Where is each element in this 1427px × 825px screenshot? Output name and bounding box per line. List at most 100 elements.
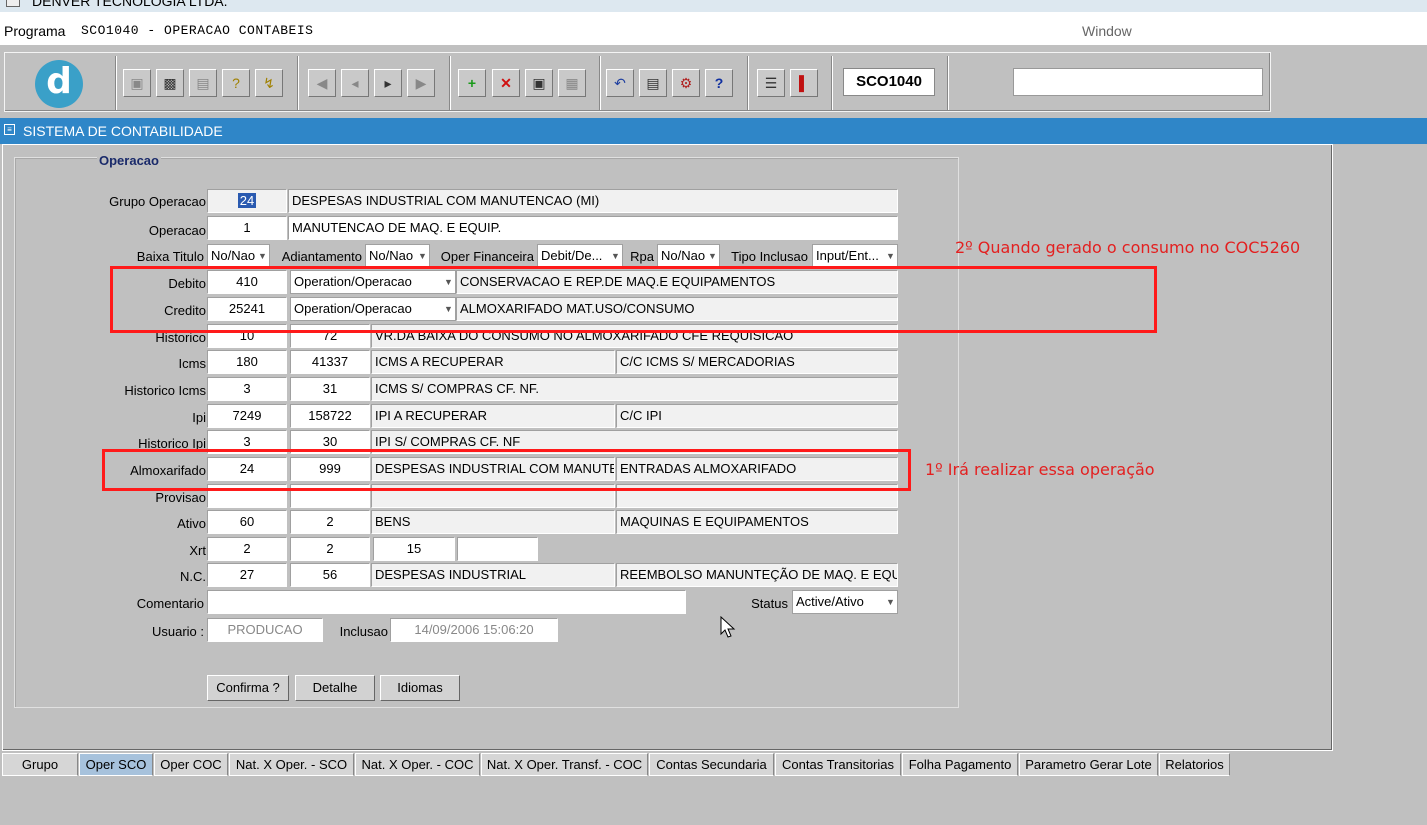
tipo-inclusao-select[interactable]: Input/Ent... xyxy=(812,244,898,268)
operacao-desc[interactable]: MANUTENCAO DE MAQ. E EQUIP. xyxy=(288,216,898,240)
icms-desc2: C/C ICMS S/ MERCADORIAS xyxy=(616,350,898,374)
form-code: SCO1040 xyxy=(843,68,935,96)
label-baixa-titulo: Baixa Titulo xyxy=(136,249,204,264)
menu-programa[interactable]: Programa xyxy=(4,23,65,39)
keys-icon: ⚙ xyxy=(679,75,693,91)
ativo-a[interactable]: 60 xyxy=(207,510,287,534)
toolbar-separator xyxy=(115,56,117,110)
ativo-b[interactable]: 2 xyxy=(290,510,370,534)
annotation-box-debito-credito xyxy=(110,266,1157,333)
tab-contas-transitorias[interactable]: Contas Transitorias xyxy=(775,753,901,776)
collapse-icon[interactable]: ≡ xyxy=(4,124,15,135)
xrt-c[interactable]: 15 xyxy=(373,537,455,561)
window-icon: ▩ xyxy=(163,75,177,91)
tab-nat-x-oper-transf-coc[interactable]: Nat. X Oper. Transf. - COC xyxy=(481,753,648,776)
nc-a[interactable]: 27 xyxy=(207,563,287,587)
oper-financeira-value: Debit/De... xyxy=(541,248,603,263)
label-icms: Icms xyxy=(178,356,206,371)
label-ipi: Ipi xyxy=(192,410,206,425)
toolbar-separator xyxy=(449,56,451,110)
help-button[interactable]: ? xyxy=(705,69,733,97)
system-header: ≡ SISTEMA DE CONTABILIDADE xyxy=(0,118,1427,144)
label-tipo-inclusao: Tipo Inclusao xyxy=(731,249,808,264)
execute-query-button[interactable]: ↯ xyxy=(255,69,283,97)
save-icon: ▣ xyxy=(130,75,144,91)
system-title: SISTEMA DE CONTABILIDADE xyxy=(23,123,223,139)
baixa-titulo-select[interactable]: No/Nao xyxy=(207,244,270,268)
toolbar-separator xyxy=(947,56,949,110)
historico-icms-b[interactable]: 31 xyxy=(290,377,370,401)
idiomas-button[interactable]: Idiomas xyxy=(380,675,460,701)
xrt-b[interactable]: 2 xyxy=(290,537,370,561)
clipboard-button[interactable]: ▤ xyxy=(639,69,667,97)
undo-button[interactable]: ↶ xyxy=(606,69,634,97)
confirma-button[interactable]: Confirma ? xyxy=(207,675,289,701)
delete-record-icon: ✕ xyxy=(500,75,512,91)
tab-contas-secundaria[interactable]: Contas Secundaria xyxy=(649,753,774,776)
icms-b[interactable]: 41337 xyxy=(290,350,370,374)
status-select[interactable]: Active/Ativo xyxy=(792,590,898,614)
insert-record-button[interactable]: + xyxy=(458,69,486,97)
annotation-note-1: 1º Irá realizar essa operação xyxy=(925,460,1155,479)
icms-a[interactable]: 180 xyxy=(207,350,287,374)
first-record-button[interactable]: ◀ xyxy=(308,69,336,97)
menu-window[interactable]: Window xyxy=(1082,23,1132,39)
xrt-a[interactable]: 2 xyxy=(207,537,287,561)
label-inclusao: Inclusao xyxy=(339,624,388,639)
exit-button[interactable]: ▌ xyxy=(790,69,818,97)
rpa-select[interactable]: No/Nao xyxy=(657,244,720,268)
grupo-operacao-code[interactable]: 24 xyxy=(207,189,287,213)
oper-financeira-select[interactable]: Debit/De... xyxy=(537,244,623,268)
tab-oper-coc[interactable]: Oper COC xyxy=(154,753,228,776)
label-operacao: Operacao xyxy=(148,223,206,238)
nc-b[interactable]: 56 xyxy=(290,563,370,587)
grupo-operacao-desc: DESPESAS INDUSTRIAL COM MANUTENCAO (MI) xyxy=(288,189,898,213)
print-button[interactable]: ▤ xyxy=(189,69,217,97)
operacao-code[interactable]: 1 xyxy=(207,216,287,240)
lookup-button[interactable]: ▣ xyxy=(525,69,553,97)
label-adiantamento: Adiantamento xyxy=(281,249,362,264)
save-button[interactable]: ▣ xyxy=(123,69,151,97)
window-button[interactable]: ▩ xyxy=(156,69,184,97)
clear-button[interactable]: ▦ xyxy=(558,69,586,97)
toolbar-separator xyxy=(599,56,601,110)
menu-icon: ☰ xyxy=(764,75,778,91)
label-ativo: Ativo xyxy=(177,516,206,531)
chevron-down-icon xyxy=(884,245,897,267)
tab-parametro-gerar-lote[interactable]: Parametro Gerar Lote xyxy=(1019,753,1158,776)
next-record-button[interactable]: ▸ xyxy=(374,69,402,97)
tab-oper-sco[interactable]: Oper SCO xyxy=(79,753,153,776)
tab-folha-pagamento[interactable]: Folha Pagamento xyxy=(902,753,1018,776)
menu-bar: Programa SCO1040 - OPERACAO CONTABEIS Wi… xyxy=(0,12,1427,45)
label-oper-financeira: Oper Financeira xyxy=(440,249,534,264)
app-icon xyxy=(6,0,20,7)
toolbar-separator xyxy=(297,56,299,110)
toolbar-separator xyxy=(831,56,833,110)
icms-desc1: ICMS A RECUPERAR xyxy=(371,350,615,374)
enter-query-button[interactable]: ? xyxy=(222,69,250,97)
comentario-input[interactable] xyxy=(207,590,686,614)
xrt-d[interactable] xyxy=(457,537,538,561)
tab-nat-x-oper-coc[interactable]: Nat. X Oper. - COC xyxy=(355,753,480,776)
label-comentario: Comentario xyxy=(136,596,204,611)
first-record-icon: ◀ xyxy=(316,75,328,91)
ipi-b[interactable]: 158722 xyxy=(290,404,370,428)
keys-button[interactable]: ⚙ xyxy=(672,69,700,97)
historico-icms-desc: ICMS S/ COMPRAS CF. NF. xyxy=(371,377,898,401)
tab-grupo[interactable]: Grupo xyxy=(2,753,78,776)
inclusao-field: 14/09/2006 15:06:20 xyxy=(390,618,558,642)
tab-relatorios[interactable]: Relatorios xyxy=(1159,753,1230,776)
last-record-button[interactable]: ▶ xyxy=(407,69,435,97)
menu-button[interactable]: ☰ xyxy=(757,69,785,97)
insert-record-icon: + xyxy=(467,75,477,91)
ipi-a[interactable]: 7249 xyxy=(207,404,287,428)
historico-icms-a[interactable]: 3 xyxy=(207,377,287,401)
label-rpa: Rpa xyxy=(630,249,654,264)
previous-record-button[interactable]: ◂ xyxy=(341,69,369,97)
delete-record-button[interactable]: ✕ xyxy=(492,69,520,97)
annotation-box-almoxarifado xyxy=(102,449,911,491)
window-title-bar: DENVER TECNOLOGIA LTDA. xyxy=(0,0,1427,12)
detalhe-button[interactable]: Detalhe xyxy=(295,675,375,701)
tab-nat-x-oper-sco[interactable]: Nat. X Oper. - SCO xyxy=(229,753,354,776)
adiantamento-select[interactable]: No/Nao xyxy=(365,244,430,268)
